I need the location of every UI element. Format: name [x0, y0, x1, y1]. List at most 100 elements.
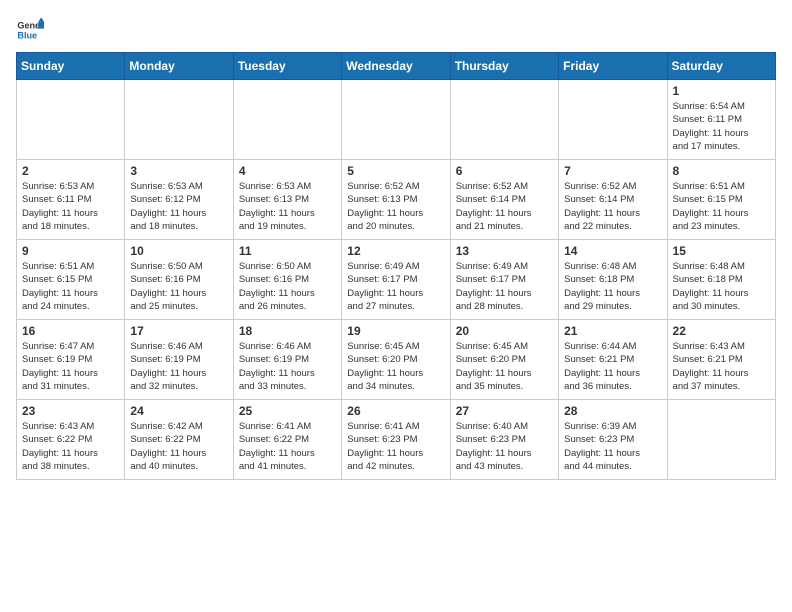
day-number: 13 [456, 244, 553, 258]
calendar-cell: 21Sunrise: 6:44 AM Sunset: 6:21 PM Dayli… [559, 320, 667, 400]
calendar-cell [233, 80, 341, 160]
day-number: 8 [673, 164, 770, 178]
calendar-cell: 11Sunrise: 6:50 AM Sunset: 6:16 PM Dayli… [233, 240, 341, 320]
day-number: 24 [130, 404, 227, 418]
calendar-cell: 12 Sunrise: 6:49 AM Sunset: 6:17 PM Dayli… [342, 240, 450, 320]
logo: General Blue [16, 16, 48, 44]
calendar-cell [450, 80, 558, 160]
calendar-cell: 19 Sunrise: 6:45 AM Sunset: 6:20 PM Dayli… [342, 320, 450, 400]
day-number: 15 [673, 244, 770, 258]
day-number: 20 [456, 324, 553, 338]
day-info: Sunrise: 6:49 AM Sunset: 6:17 PM Dayligh… [456, 260, 553, 313]
day-info: Sunrise: 6:40 AM Sunset: 6:23 PM Dayligh… [456, 420, 553, 473]
calendar-cell: 23Sunrise: 6:43 AM Sunset: 6:22 PM Dayli… [17, 400, 125, 480]
day-number: 28 [564, 404, 661, 418]
calendar-cell: 2 Sunrise: 6:53 AM Sunset: 6:11 PM Daylig… [17, 160, 125, 240]
day-info: Sunrise: 6:44 AM Sunset: 6:21 PM Dayligh… [564, 340, 661, 393]
calendar-week-row: 1 Sunrise: 6:54 AM Sunset: 6:11 PM Daylig… [17, 80, 776, 160]
day-number: 22 [673, 324, 770, 338]
calendar-cell: 15 Sunrise: 6:48 AM Sunset: 6:18 PM Dayli… [667, 240, 775, 320]
day-info: Sunrise: 6:54 AM Sunset: 6:11 PM Dayligh… [673, 100, 770, 153]
day-info: Sunrise: 6:45 AM Sunset: 6:20 PM Dayligh… [456, 340, 553, 393]
day-info: Sunrise: 6:53 AM Sunset: 6:12 PM Dayligh… [130, 180, 227, 233]
day-info: Sunrise: 6:51 AM Sunset: 6:15 PM Dayligh… [673, 180, 770, 233]
page-header: General Blue [16, 16, 776, 44]
day-info: Sunrise: 6:52 AM Sunset: 6:14 PM Dayligh… [564, 180, 661, 233]
calendar-cell [667, 400, 775, 480]
day-number: 6 [456, 164, 553, 178]
calendar-cell: 10 Sunrise: 6:50 AM Sunset: 6:16 PM Dayli… [125, 240, 233, 320]
calendar-header-row: SundayMondayTuesdayWednesdayThursdayFrid… [17, 53, 776, 80]
day-info: Sunrise: 6:50 AM Sunset: 6:16 PM Dayligh… [239, 260, 336, 313]
day-number: 18 [239, 324, 336, 338]
day-number: 16 [22, 324, 119, 338]
day-number: 2 [22, 164, 119, 178]
day-info: Sunrise: 6:48 AM Sunset: 6:18 PM Dayligh… [564, 260, 661, 313]
day-number: 19 [347, 324, 444, 338]
day-number: 10 [130, 244, 227, 258]
calendar-week-row: 16 Sunrise: 6:47 AM Sunset: 6:19 PM Dayli… [17, 320, 776, 400]
calendar-cell: 27 Sunrise: 6:40 AM Sunset: 6:23 PM Dayli… [450, 400, 558, 480]
column-header-friday: Friday [559, 53, 667, 80]
calendar-cell: 14 Sunrise: 6:48 AM Sunset: 6:18 PM Dayli… [559, 240, 667, 320]
calendar-cell: 8 Sunrise: 6:51 AM Sunset: 6:15 PM Daylig… [667, 160, 775, 240]
day-info: Sunrise: 6:53 AM Sunset: 6:11 PM Dayligh… [22, 180, 119, 233]
column-header-tuesday: Tuesday [233, 53, 341, 80]
calendar-cell: 17 Sunrise: 6:46 AM Sunset: 6:19 PM Dayli… [125, 320, 233, 400]
calendar-cell: 26 Sunrise: 6:41 AM Sunset: 6:23 PM Dayli… [342, 400, 450, 480]
calendar-cell: 24 Sunrise: 6:42 AM Sunset: 6:22 PM Dayli… [125, 400, 233, 480]
day-number: 12 [347, 244, 444, 258]
day-number: 5 [347, 164, 444, 178]
calendar-cell: 3 Sunrise: 6:53 AM Sunset: 6:12 PM Daylig… [125, 160, 233, 240]
calendar-cell: 13 Sunrise: 6:49 AM Sunset: 6:17 PM Dayli… [450, 240, 558, 320]
day-info: Sunrise: 6:52 AM Sunset: 6:14 PM Dayligh… [456, 180, 553, 233]
day-info: Sunrise: 6:43 AM Sunset: 6:21 PM Dayligh… [673, 340, 770, 393]
day-info: Sunrise: 6:48 AM Sunset: 6:18 PM Dayligh… [673, 260, 770, 313]
calendar-cell: 7 Sunrise: 6:52 AM Sunset: 6:14 PM Daylig… [559, 160, 667, 240]
calendar-cell [342, 80, 450, 160]
day-number: 3 [130, 164, 227, 178]
day-info: Sunrise: 6:52 AM Sunset: 6:13 PM Dayligh… [347, 180, 444, 233]
day-info: Sunrise: 6:49 AM Sunset: 6:17 PM Dayligh… [347, 260, 444, 313]
day-number: 26 [347, 404, 444, 418]
day-info: Sunrise: 6:47 AM Sunset: 6:19 PM Dayligh… [22, 340, 119, 393]
column-header-wednesday: Wednesday [342, 53, 450, 80]
calendar-cell: 4 Sunrise: 6:53 AM Sunset: 6:13 PM Daylig… [233, 160, 341, 240]
calendar-week-row: 2 Sunrise: 6:53 AM Sunset: 6:11 PM Daylig… [17, 160, 776, 240]
day-info: Sunrise: 6:42 AM Sunset: 6:22 PM Dayligh… [130, 420, 227, 473]
column-header-saturday: Saturday [667, 53, 775, 80]
calendar-cell [559, 80, 667, 160]
day-info: Sunrise: 6:50 AM Sunset: 6:16 PM Dayligh… [130, 260, 227, 313]
calendar-cell: 25Sunrise: 6:41 AM Sunset: 6:22 PM Dayli… [233, 400, 341, 480]
day-info: Sunrise: 6:46 AM Sunset: 6:19 PM Dayligh… [239, 340, 336, 393]
day-number: 27 [456, 404, 553, 418]
day-number: 9 [22, 244, 119, 258]
day-number: 7 [564, 164, 661, 178]
calendar-cell: 6 Sunrise: 6:52 AM Sunset: 6:14 PM Daylig… [450, 160, 558, 240]
calendar-cell: 20 Sunrise: 6:45 AM Sunset: 6:20 PM Dayli… [450, 320, 558, 400]
day-number: 14 [564, 244, 661, 258]
day-number: 1 [673, 84, 770, 98]
calendar-cell: 1 Sunrise: 6:54 AM Sunset: 6:11 PM Daylig… [667, 80, 775, 160]
calendar-cell [125, 80, 233, 160]
day-info: Sunrise: 6:41 AM Sunset: 6:23 PM Dayligh… [347, 420, 444, 473]
day-number: 4 [239, 164, 336, 178]
day-info: Sunrise: 6:51 AM Sunset: 6:15 PM Dayligh… [22, 260, 119, 313]
column-header-monday: Monday [125, 53, 233, 80]
column-header-thursday: Thursday [450, 53, 558, 80]
calendar-week-row: 9 Sunrise: 6:51 AM Sunset: 6:15 PM Daylig… [17, 240, 776, 320]
calendar-cell: 9 Sunrise: 6:51 AM Sunset: 6:15 PM Daylig… [17, 240, 125, 320]
logo-icon: General Blue [16, 16, 44, 44]
calendar-cell: 28 Sunrise: 6:39 AM Sunset: 6:23 PM Dayli… [559, 400, 667, 480]
day-info: Sunrise: 6:43 AM Sunset: 6:22 PM Dayligh… [22, 420, 119, 473]
calendar-cell [17, 80, 125, 160]
calendar-week-row: 23Sunrise: 6:43 AM Sunset: 6:22 PM Dayli… [17, 400, 776, 480]
day-number: 17 [130, 324, 227, 338]
column-header-sunday: Sunday [17, 53, 125, 80]
calendar-cell: 18 Sunrise: 6:46 AM Sunset: 6:19 PM Dayli… [233, 320, 341, 400]
calendar-table: SundayMondayTuesdayWednesdayThursdayFrid… [16, 52, 776, 480]
day-info: Sunrise: 6:39 AM Sunset: 6:23 PM Dayligh… [564, 420, 661, 473]
day-info: Sunrise: 6:46 AM Sunset: 6:19 PM Dayligh… [130, 340, 227, 393]
day-info: Sunrise: 6:45 AM Sunset: 6:20 PM Dayligh… [347, 340, 444, 393]
day-info: Sunrise: 6:53 AM Sunset: 6:13 PM Dayligh… [239, 180, 336, 233]
